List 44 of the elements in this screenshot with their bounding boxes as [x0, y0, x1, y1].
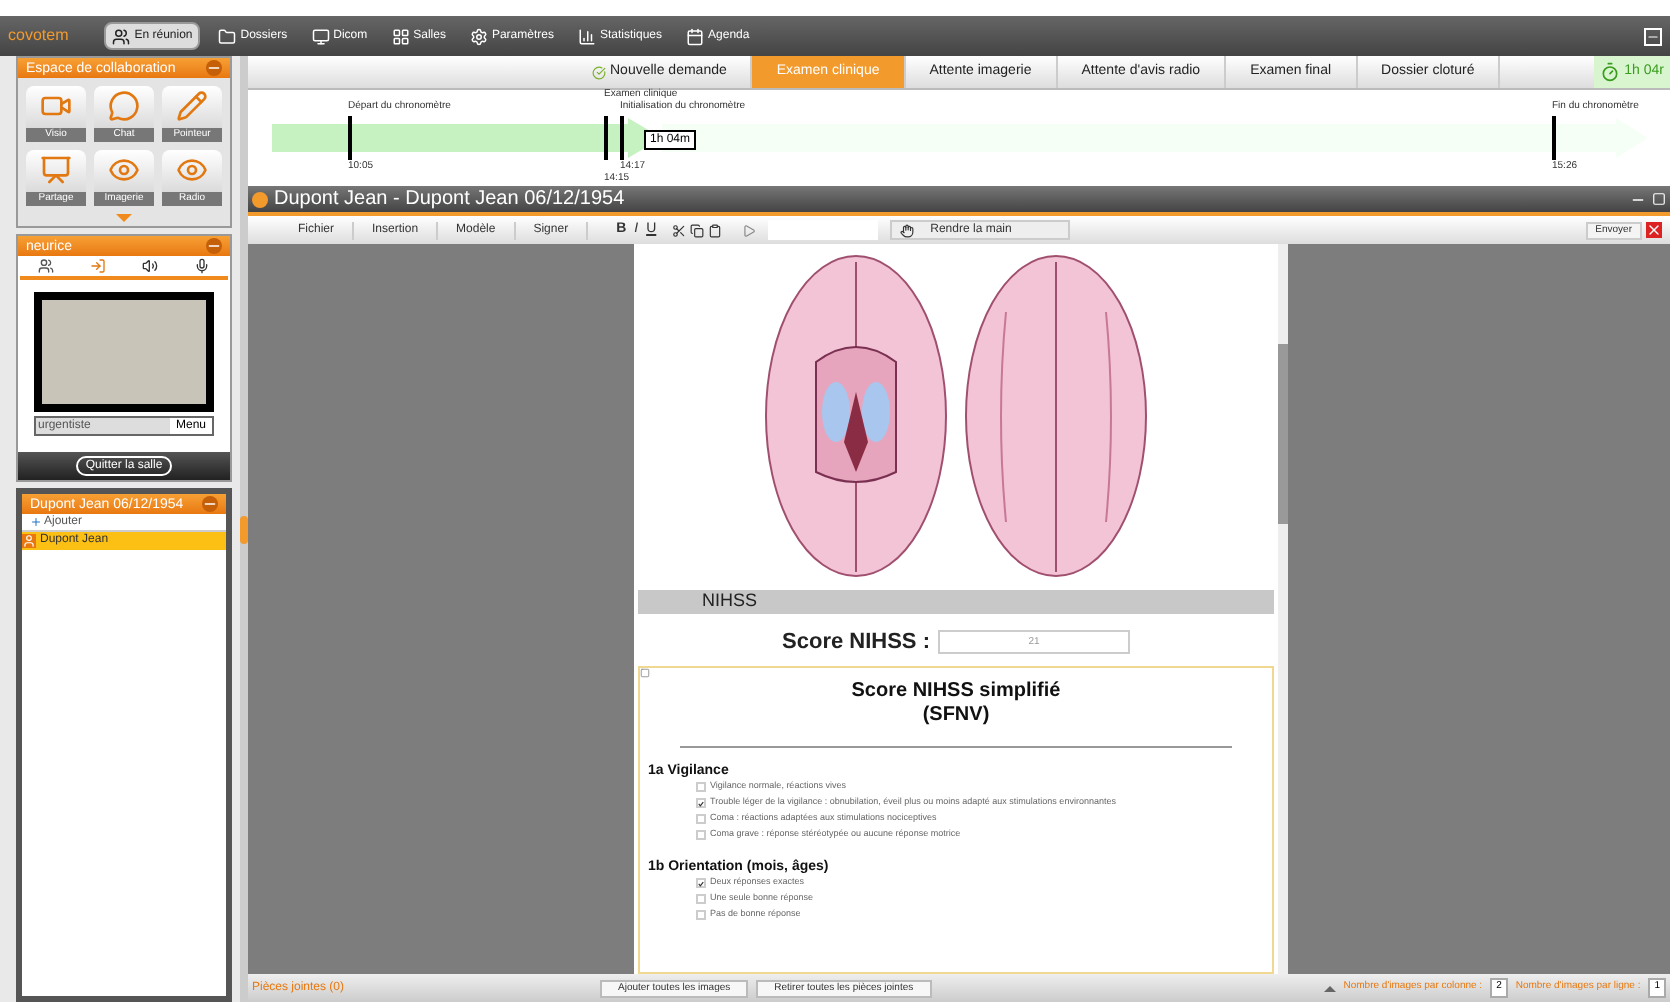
users-icon[interactable] [38, 258, 54, 274]
timeline-marker [1552, 116, 1556, 160]
chat-icon [108, 90, 140, 122]
play-icon[interactable] [742, 223, 757, 237]
pen-icon [176, 90, 208, 122]
timeline-marker [604, 116, 608, 160]
app-logo: covotem [8, 24, 69, 48]
nav-icon [577, 27, 596, 45]
section-header: NIHSS [638, 590, 1274, 614]
enter-icon[interactable] [90, 258, 106, 274]
collapse-handle-icon[interactable] [240, 515, 248, 543]
eye-icon [176, 154, 208, 186]
toolbar-input-field[interactable] [768, 220, 879, 240]
eye-icon [108, 154, 140, 186]
nav-icon [112, 27, 131, 45]
sort-caret-icon[interactable] [1323, 985, 1336, 991]
nav-icon [311, 27, 330, 45]
form-subtitle: (SFNV) [922, 703, 990, 727]
close-icon[interactable] [1646, 222, 1662, 238]
timeline-marker [348, 116, 352, 160]
share-icon [40, 154, 72, 186]
copy-icon[interactable] [690, 223, 705, 237]
nav-icon [391, 27, 410, 45]
minimize-icon[interactable] [1644, 27, 1662, 45]
nav-icon [469, 27, 488, 45]
nav-icon [686, 27, 705, 45]
add-icon[interactable] [30, 516, 42, 528]
patient-icon [22, 534, 36, 548]
expand-caret-icon[interactable] [116, 214, 132, 222]
hand-icon [900, 223, 915, 237]
timeline-marker [620, 116, 624, 160]
form-title: Score NIHSS simplifié [851, 679, 1061, 703]
check-icon [592, 65, 606, 79]
nav-icon [218, 27, 237, 45]
document-title: Dupont Jean - Dupont Jean 06/12/1954 [274, 186, 627, 214]
cut-icon[interactable] [672, 223, 687, 237]
speaker-icon[interactable] [142, 258, 158, 274]
option-checkbox[interactable] [696, 798, 706, 808]
microphone-icon[interactable] [194, 258, 210, 274]
stopwatch-icon [1600, 62, 1621, 82]
option-checkbox[interactable] [696, 878, 706, 888]
paste-icon[interactable] [708, 223, 723, 237]
score-label: Score NIHSS : [782, 628, 930, 658]
restore-icon[interactable] [1652, 192, 1666, 206]
